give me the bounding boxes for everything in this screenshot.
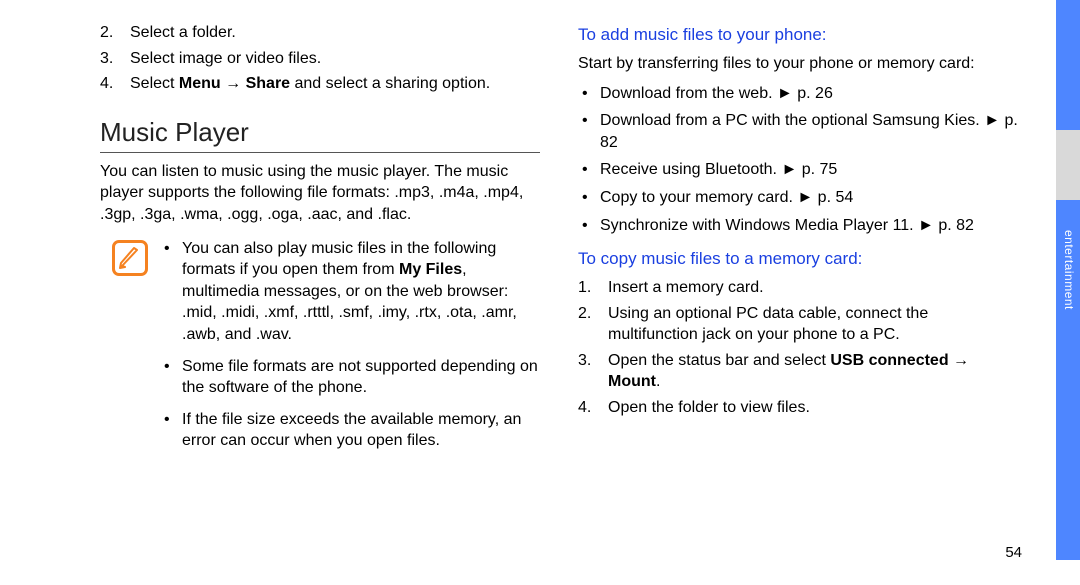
add-music-bullets: Download from the web. ► p. 26 Download … <box>578 83 1018 237</box>
note-icon <box>112 240 148 276</box>
step-4: 4.Select Menu → Share and select a shari… <box>100 73 540 95</box>
side-tab-inactive <box>1056 130 1080 200</box>
page-number: 54 <box>1005 543 1022 563</box>
left-column: 2.Select a folder. 3.Select image or vid… <box>100 22 540 462</box>
step-2: 2.Select a folder. <box>100 22 540 44</box>
note-item-3: If the file size exceeds the available m… <box>160 409 540 452</box>
right-column: To add music files to your phone: Start … <box>578 22 1018 462</box>
note-block: You can also play music files in the fol… <box>112 238 540 462</box>
bullet-3: Receive using Bluetooth. ► p. 75 <box>578 159 1018 181</box>
bullet-5: Synchronize with Windows Media Player 11… <box>578 215 1018 237</box>
bullet-1: Download from the web. ► p. 26 <box>578 83 1018 105</box>
section-heading-music-player: Music Player <box>100 115 540 153</box>
subhead-add-music: To add music files to your phone: <box>578 24 1018 47</box>
copy-step-1: 1.Insert a memory card. <box>578 277 1018 299</box>
page-content: 2.Select a folder. 3.Select image or vid… <box>0 0 1080 462</box>
note-item-2: Some file formats are not supported depe… <box>160 356 540 399</box>
step-3: 3.Select image or video files. <box>100 48 540 70</box>
copy-step-3: 3.Open the status bar and select USB con… <box>578 350 1018 393</box>
note-list: You can also play music files in the fol… <box>160 238 540 462</box>
copy-step-4: 4.Open the folder to view files. <box>578 397 1018 419</box>
copy-step-2: 2.Using an optional PC data cable, conne… <box>578 303 1018 346</box>
add-music-intro: Start by transferring files to your phon… <box>578 53 1018 75</box>
continued-steps: 2.Select a folder. 3.Select image or vid… <box>100 22 540 95</box>
side-tab-label: entertainment <box>1059 230 1077 310</box>
subhead-copy-music: To copy music files to a memory card: <box>578 248 1018 271</box>
copy-music-steps: 1.Insert a memory card. 2.Using an optio… <box>578 277 1018 419</box>
bullet-4: Copy to your memory card. ► p. 54 <box>578 187 1018 209</box>
bullet-2: Download from a PC with the optional Sam… <box>578 110 1018 153</box>
music-player-intro: You can listen to music using the music … <box>100 161 540 226</box>
note-item-1: You can also play music files in the fol… <box>160 238 540 346</box>
